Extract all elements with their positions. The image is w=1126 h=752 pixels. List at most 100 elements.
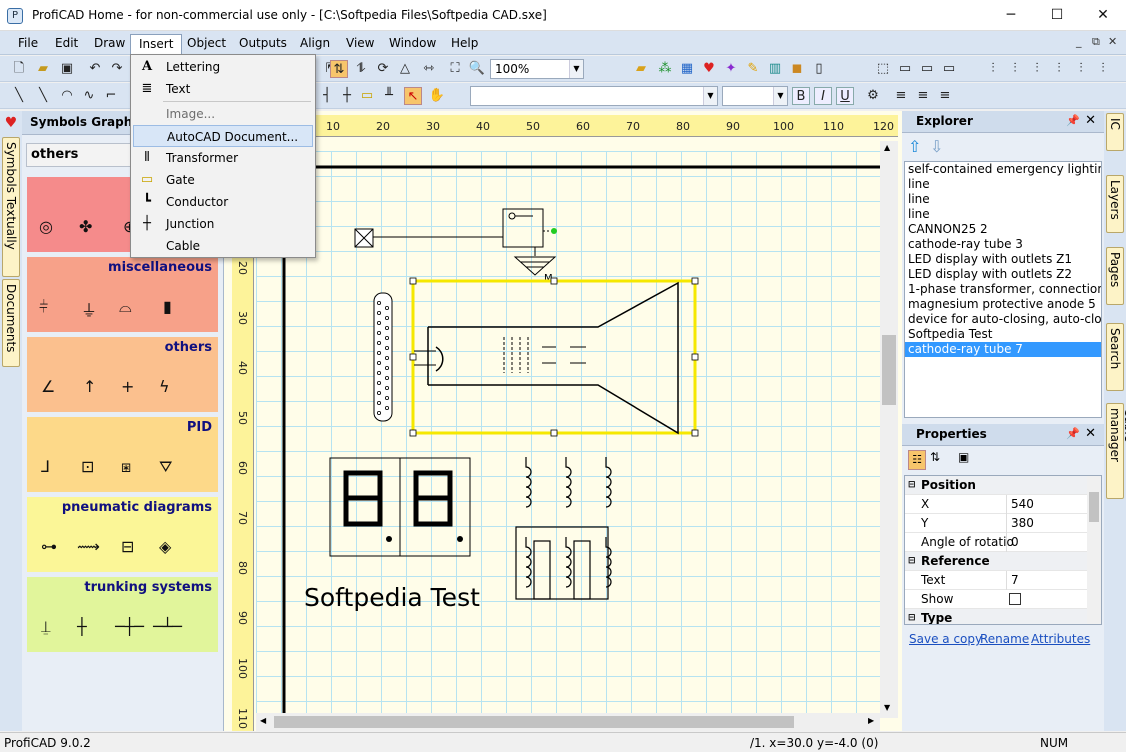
property-group-reference[interactable]: Reference ⊟ — [905, 552, 1087, 571]
maximize-button[interactable]: ☐ — [1034, 0, 1080, 31]
tab-pages[interactable]: Pages — [1106, 247, 1124, 305]
list-item[interactable]: 1-phase transformer, connection star — [905, 282, 1101, 297]
distribute-icon-1[interactable]: ⫶ — [984, 60, 1002, 78]
menu-insert[interactable]: Insert — [130, 34, 183, 54]
show-checkbox[interactable] — [1009, 593, 1021, 605]
bold-button[interactable]: B — [792, 87, 810, 105]
align-left-icon[interactable]: ≡ — [892, 87, 910, 105]
list-item[interactable]: device for auto-closing, auto-close re — [905, 312, 1101, 327]
align-icon-4[interactable]: ▭ — [940, 60, 958, 78]
mdi-minimize-button[interactable]: _ — [1076, 35, 1082, 48]
menu-draw[interactable]: Draw — [86, 34, 133, 54]
menu-item-gate[interactable]: ▭ Gate — [133, 169, 313, 191]
app-icon[interactable]: P — [7, 8, 23, 24]
list-item[interactable]: Softpedia Test — [905, 327, 1101, 342]
align-center-icon[interactable]: ≡ — [914, 87, 932, 105]
redo-icon[interactable]: ↷ — [108, 60, 126, 78]
property-row-x[interactable]: X 540 — [905, 495, 1087, 514]
list-item[interactable]: LED display with outlets Z1 — [905, 252, 1101, 267]
open-folder-icon[interactable]: ▰ — [34, 60, 52, 78]
symbol-gauge-icon[interactable]: ◎ — [39, 217, 53, 236]
list-item[interactable]: cathode-ray tube 3 — [905, 237, 1101, 252]
menu-item-transformer[interactable]: ⦀ Transformer — [133, 147, 313, 169]
mdi-restore-button[interactable]: ⧉ — [1092, 35, 1100, 49]
fit-icon[interactable]: ⛶ — [446, 60, 464, 78]
tab-cable-manager[interactable]: Cable manager — [1106, 403, 1126, 499]
symbol-ground-icon[interactable]: ⏚ — [81, 297, 97, 321]
arc-tool-icon[interactable]: ◠ — [58, 87, 76, 105]
symbol-step-icon[interactable]: ⅃ — [41, 457, 50, 476]
list-item[interactable]: line — [905, 177, 1101, 192]
property-row-show[interactable]: Show — [905, 590, 1087, 609]
property-row-text[interactable]: Text 7 — [905, 571, 1087, 590]
list-item[interactable]: line — [905, 207, 1101, 222]
list-item[interactable]: self-contained emergency lighting lu — [905, 162, 1101, 177]
symbol-lightning-icon[interactable]: ϟ — [159, 377, 170, 396]
flip-icon[interactable]: ⥮ — [352, 60, 370, 78]
vertical-scrollbar[interactable]: ▲ ▼ — [880, 141, 898, 718]
favorites-heart-icon[interactable]: ♥ — [3, 115, 19, 131]
menu-item-autocad-document[interactable]: AutoCAD Document... — [133, 125, 313, 147]
menu-item-conductor[interactable]: ┗ Conductor — [133, 191, 313, 213]
category-tile-pid[interactable]: PID ⅃ ⊡ ⧆ ⛛ — [27, 417, 218, 492]
properties-scrollbar[interactable] — [1087, 476, 1101, 624]
symbol-line-icon[interactable]: ─┼─ — [115, 617, 144, 636]
tab-search[interactable]: Search — [1106, 323, 1124, 391]
explorer-close-icon[interactable]: ✕ — [1085, 113, 1096, 128]
junction-tool-icon[interactable]: ┼ — [338, 87, 356, 105]
menu-outputs[interactable]: Outputs — [231, 34, 295, 54]
symbol-tee-icon[interactable]: ─┴─ — [153, 617, 182, 636]
heart-icon[interactable]: ♥ — [700, 60, 718, 78]
menu-file[interactable]: File — [10, 34, 46, 54]
folder-icon[interactable]: ▰ — [632, 60, 650, 78]
align-icon-2[interactable]: ▭ — [896, 60, 914, 78]
zoom-combo[interactable]: 100% ▼ — [490, 59, 584, 79]
symbol-cylinder-icon[interactable]: ⊶ — [41, 537, 57, 556]
phone-icon[interactable]: ▯ — [810, 60, 828, 78]
minimize-button[interactable]: ─ — [988, 0, 1034, 31]
mirror-icon[interactable]: ⇅ — [330, 60, 348, 78]
scroll-up-icon[interactable]: ▲ — [884, 143, 890, 152]
align-right-icon[interactable]: ≡ — [936, 87, 954, 105]
menu-view[interactable]: View — [338, 34, 382, 54]
distribute-icon-3[interactable]: ⫶ — [1028, 60, 1046, 78]
symbol-plus-icon[interactable]: + — [121, 377, 134, 396]
symbol-block-icon[interactable]: ⊟ — [121, 537, 134, 556]
explorer-list[interactable]: self-contained emergency lighting lu lin… — [904, 161, 1102, 418]
drawing-area[interactable]: 10 20 30 40 50 60 70 80 90 100 110 120 2… — [224, 111, 902, 731]
property-row-y[interactable]: Y 380 — [905, 514, 1087, 533]
book-icon[interactable]: ▥ — [766, 60, 784, 78]
sort-az-icon[interactable]: ⇅ — [930, 450, 940, 464]
flip-h-icon[interactable]: ⇿ — [420, 60, 438, 78]
drawing-text-softpedia[interactable]: Softpedia Test — [304, 583, 480, 612]
new-file-icon[interactable]: 🗋 — [10, 60, 28, 78]
properties-scroll-thumb[interactable] — [1089, 492, 1099, 522]
blocks-icon[interactable]: ◼ — [788, 60, 806, 78]
tab-ic[interactable]: IC — [1106, 113, 1124, 151]
menu-window[interactable]: Window — [381, 34, 444, 54]
curve-tool-icon[interactable]: ∿ — [80, 87, 98, 105]
symbol-cross-icon[interactable]: ┼ — [77, 617, 87, 636]
triangle-icon[interactable]: △ — [396, 60, 414, 78]
scroll-right-icon[interactable]: ▶ — [868, 716, 874, 725]
tab-layers[interactable]: Layers — [1106, 175, 1124, 233]
conductor-tool-icon[interactable]: ┤ — [318, 87, 336, 105]
symbol-busbar-icon[interactable]: ⫩ — [39, 297, 48, 317]
symbol-valve-icon[interactable]: ⧆ — [121, 457, 131, 477]
tab-documents[interactable]: Documents — [2, 279, 20, 367]
symbol-fan-icon[interactable]: ✤ — [79, 217, 92, 236]
pin-icon[interactable]: 📌 — [1066, 114, 1080, 127]
zoom-icon[interactable]: 🔍 — [468, 60, 486, 78]
symbol-funnel-icon[interactable]: ⛛ — [159, 457, 172, 477]
distribute-icon-6[interactable]: ⫶ — [1094, 60, 1112, 78]
menu-item-lettering[interactable]: A Lettering — [133, 56, 313, 78]
list-item[interactable]: CANNON25 2 — [905, 222, 1101, 237]
list-item-selected[interactable]: cathode-ray tube 7 — [905, 342, 1101, 357]
property-pages-icon[interactable]: ▣ — [958, 450, 969, 464]
save-icon[interactable]: ▣ — [58, 60, 76, 78]
category-tile-miscellaneous[interactable]: miscellaneous ⫩ ⏚ ⌓ ▮ — [27, 257, 218, 332]
attributes-link[interactable]: Attributes — [1031, 632, 1090, 646]
categorized-icon[interactable]: ☷ — [908, 450, 926, 470]
gate-tool-icon[interactable]: ▭ — [358, 87, 376, 105]
symbol-dome-icon[interactable]: ⌓ — [119, 297, 132, 317]
